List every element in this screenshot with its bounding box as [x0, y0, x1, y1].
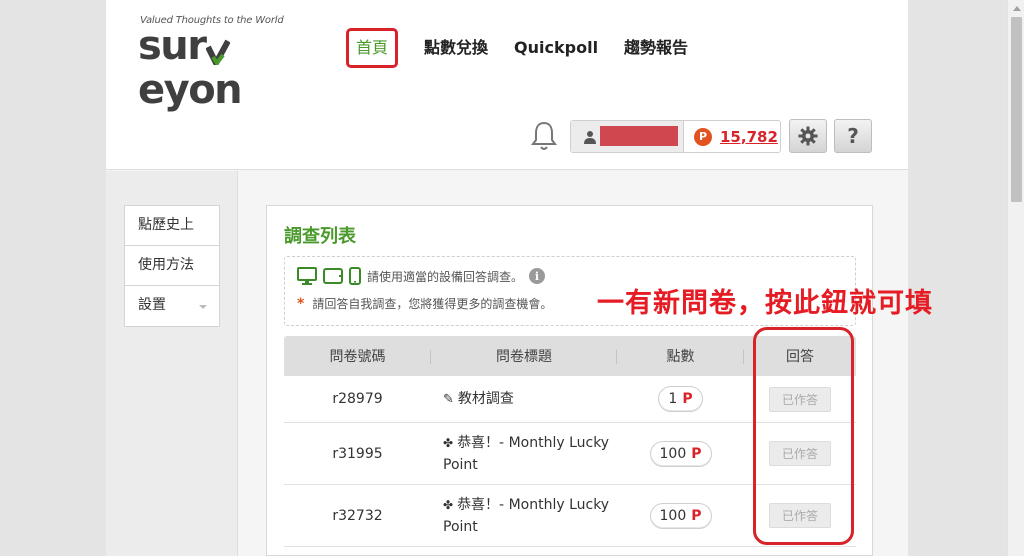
chevron-down-icon [199, 305, 207, 309]
desktop-icon [297, 267, 317, 285]
main-nav: 首頁 點數兌換 Quickpoll 趨勢報告 [346, 28, 714, 68]
points-badge: 1P [658, 386, 703, 412]
points-coin-icon: P [694, 127, 712, 146]
points-value: 1 [668, 391, 678, 407]
page-title: 調查列表 [284, 226, 356, 247]
sidebar: 點歷史上 使用方法 設置 [106, 171, 238, 556]
settings-button[interactable] [789, 119, 827, 153]
user-account-box[interactable]: P 15,782 [570, 120, 781, 153]
clover-icon: ✤ [443, 497, 454, 512]
points-value: 100 [659, 507, 687, 524]
logo-part-sur: sur [138, 23, 207, 69]
sidebar-item-how-to-use[interactable]: 使用方法 [125, 246, 219, 286]
user-name-area[interactable] [571, 121, 684, 152]
help-button[interactable]: ? [834, 119, 872, 153]
sidebar-item-settings[interactable]: 設置 [125, 286, 219, 326]
sidebar-item-settings-label: 設置 [138, 297, 166, 313]
site-header: Valued Thoughts to the World sureyon 首頁 … [106, 0, 908, 170]
points-unit: P [691, 507, 702, 524]
info-icon[interactable]: i [529, 268, 546, 284]
survey-title-text: 教材調查 [457, 390, 514, 407]
annotation-text: 一有新問卷，按此鈕就可填 [597, 288, 933, 319]
annotation-highlight-box [753, 327, 854, 545]
clover-icon: ✤ [443, 435, 454, 450]
points-cell: 100 P [617, 440, 744, 467]
points-value: 100 [659, 445, 687, 462]
col-survey-title: 問卷標題 [431, 346, 617, 366]
device-notice-text: 請使用適當的設備回答調查。 [367, 269, 524, 284]
user-icon [583, 129, 597, 144]
points-badge: 100 P [649, 440, 712, 467]
page-scrollbar[interactable] [1007, 0, 1024, 556]
survey-id: r31995 [332, 445, 383, 462]
phone-icon [349, 267, 361, 285]
survey-id: r28979 [332, 391, 383, 407]
self-survey-notice: * 請回答自我調查，您將獲得更多的調查機會。 [297, 295, 552, 312]
username-redacted [600, 126, 678, 146]
points-cell: 1P [617, 386, 744, 412]
device-notice: 請使用適當的設備回答調查。 i [297, 267, 546, 285]
survey-id: r32732 [332, 507, 383, 524]
points-unit: P [682, 391, 693, 407]
col-points: 點數 [617, 346, 744, 366]
bell-icon[interactable] [530, 120, 558, 152]
points-badge: 100 P [649, 502, 712, 529]
scroll-up-icon[interactable] [1013, 6, 1021, 11]
scrollbar-thumb[interactable] [1011, 17, 1022, 202]
points-balance-link[interactable]: 15,782 [720, 128, 778, 146]
nav-quickpoll[interactable]: Quickpoll [514, 28, 598, 68]
logo-check-icon [204, 30, 231, 70]
survey-title[interactable]: ✤ 恭喜！- Monthly Lucky Point [431, 432, 617, 476]
sidebar-menu: 點歷史上 使用方法 設置 [124, 205, 220, 327]
gear-icon [798, 126, 818, 146]
points-unit: P [691, 445, 702, 462]
survey-title[interactable]: ✎ 教材調查 [431, 388, 617, 411]
tablet-icon [323, 268, 343, 284]
survey-title-text: 恭喜！- Monthly Lucky Point [443, 434, 610, 473]
survey-title-text: 恭喜！- Monthly Lucky Point [443, 496, 610, 535]
nav-points-redeem[interactable]: 點數兌換 [424, 28, 488, 68]
help-icon: ? [847, 124, 859, 148]
logo-part-eyon: eyon [138, 67, 243, 113]
nav-trend-report[interactable]: 趨勢報告 [624, 28, 688, 68]
sidebar-item-point-history[interactable]: 點歷史上 [125, 206, 219, 246]
points-display[interactable]: P 15,782 [684, 121, 780, 152]
pencil-icon: ✎ [443, 391, 454, 407]
col-survey-id: 問卷號碼 [284, 346, 431, 366]
asterisk-icon: * [297, 295, 305, 312]
self-survey-text: 請回答自我調查，您將獲得更多的調查機會。 [312, 297, 553, 311]
surveyon-logo[interactable]: sureyon [138, 24, 332, 112]
points-cell: 100 P [617, 502, 744, 529]
nav-home[interactable]: 首頁 [346, 28, 399, 68]
survey-title[interactable]: ✤ 恭喜！- Monthly Lucky Point [431, 494, 617, 538]
